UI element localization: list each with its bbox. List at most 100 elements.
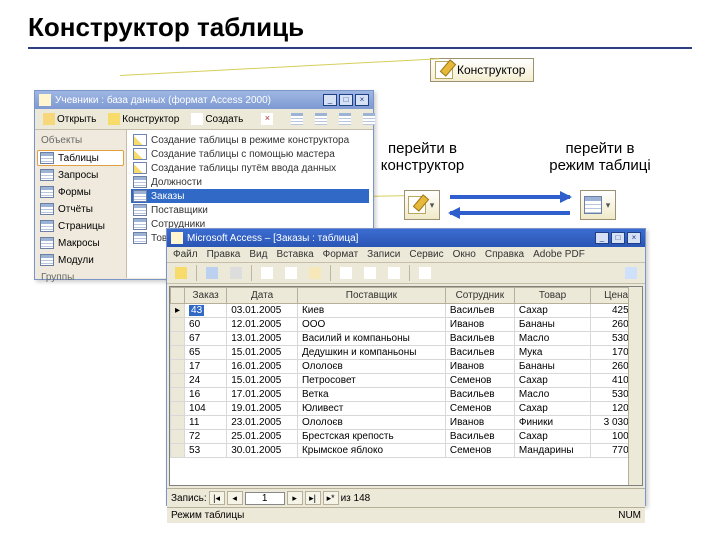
- cell[interactable]: 23.01.2005: [227, 416, 298, 430]
- table-row[interactable]: 7225.01.2005Брестская крепостьВасильевСа…: [171, 430, 642, 444]
- cell[interactable]: Васильев: [445, 332, 514, 346]
- row-selector[interactable]: [171, 444, 185, 458]
- cell[interactable]: 19.01.2005: [227, 402, 298, 416]
- menu-item[interactable]: Записи: [367, 249, 400, 260]
- data-table[interactable]: ЗаказДатаПоставщикСотрудникТоварЦена ▸43…: [170, 287, 642, 458]
- cell[interactable]: 11: [185, 416, 227, 430]
- menu-item[interactable]: Сервис: [409, 249, 443, 260]
- create-button[interactable]: Создать: [186, 111, 248, 127]
- cell[interactable]: Масло: [514, 332, 590, 346]
- cell[interactable]: 16.01.2005: [227, 360, 298, 374]
- cell[interactable]: Ветка: [297, 388, 445, 402]
- sidebar-item[interactable]: Отчёты: [37, 201, 124, 217]
- open-button[interactable]: Открыть: [38, 111, 101, 127]
- menu-item[interactable]: Формат: [323, 249, 359, 260]
- close-button[interactable]: ×: [627, 232, 641, 244]
- row-selector[interactable]: [171, 374, 185, 388]
- cell[interactable]: Киев: [297, 304, 445, 318]
- nav-first[interactable]: |◂: [209, 491, 225, 505]
- cell[interactable]: Семенов: [445, 402, 514, 416]
- sidebar-item[interactable]: Таблицы: [37, 150, 124, 166]
- find-button[interactable]: [414, 265, 436, 281]
- object-item[interactable]: Создание таблицы путём ввода данных: [131, 161, 369, 175]
- table-row[interactable]: ▸4303.01.2005КиевВасильевСахар425р.: [171, 304, 642, 318]
- cell[interactable]: Васильев: [445, 430, 514, 444]
- row-selector[interactable]: [171, 402, 185, 416]
- cell[interactable]: 17.01.2005: [227, 388, 298, 402]
- cell[interactable]: Мука: [514, 346, 590, 360]
- object-item[interactable]: Должности: [131, 175, 369, 189]
- sidebar-item[interactable]: Запросы: [37, 167, 124, 183]
- column-header[interactable]: Товар: [514, 288, 590, 304]
- menu-item[interactable]: Окно: [453, 249, 476, 260]
- cell[interactable]: 104: [185, 402, 227, 416]
- cell[interactable]: 65: [185, 346, 227, 360]
- menu-item[interactable]: Adobe PDF: [533, 249, 585, 260]
- copy-button[interactable]: [280, 265, 302, 281]
- datasheet-view-toggle[interactable]: ▾: [580, 190, 616, 220]
- cell[interactable]: 15.01.2005: [227, 346, 298, 360]
- cell[interactable]: Семенов: [445, 444, 514, 458]
- maximize-button[interactable]: □: [611, 232, 625, 244]
- table-row[interactable]: 1123.01.2005ОлолоєвИвановФиники3 030р.: [171, 416, 642, 430]
- column-header[interactable]: Поставщик: [297, 288, 445, 304]
- cell[interactable]: 13.01.2005: [227, 332, 298, 346]
- cell[interactable]: 43: [185, 304, 227, 318]
- table-row[interactable]: 6012.01.2005ОООИвановБананы260р.: [171, 318, 642, 332]
- cell[interactable]: Василий и компаньоны: [297, 332, 445, 346]
- view-details[interactable]: [358, 111, 380, 127]
- cell[interactable]: Васильев: [445, 304, 514, 318]
- row-selector[interactable]: [171, 332, 185, 346]
- table-row[interactable]: 2415.01.2005ПетросоветСеменовСахар410р.: [171, 374, 642, 388]
- minimize-button[interactable]: _: [323, 94, 337, 106]
- table-row[interactable]: 1716.01.2005ОлолоєвИвановБананы260р.: [171, 360, 642, 374]
- cell[interactable]: 16: [185, 388, 227, 402]
- cell[interactable]: Финики: [514, 416, 590, 430]
- filter-button[interactable]: [383, 265, 405, 281]
- cell[interactable]: 60: [185, 318, 227, 332]
- row-selector[interactable]: [171, 360, 185, 374]
- cell[interactable]: 17: [185, 360, 227, 374]
- cell[interactable]: Брестская крепость: [297, 430, 445, 444]
- row-selector-header[interactable]: [171, 288, 185, 304]
- row-selector[interactable]: ▸: [171, 304, 185, 318]
- sidebar-item[interactable]: Страницы: [37, 218, 124, 234]
- table-row[interactable]: 6713.01.2005Василий и компаньоныВасильев…: [171, 332, 642, 346]
- object-item[interactable]: Заказы: [131, 189, 369, 203]
- row-selector[interactable]: [171, 346, 185, 360]
- table-row[interactable]: 1617.01.2005ВеткаВасильевМасло530р.: [171, 388, 642, 402]
- sidebar-item[interactable]: Макросы: [37, 235, 124, 251]
- cell[interactable]: Сахар: [514, 430, 590, 444]
- cell[interactable]: ООО: [297, 318, 445, 332]
- print-button[interactable]: [225, 265, 247, 281]
- minimize-button[interactable]: _: [595, 232, 609, 244]
- sort-asc-button[interactable]: [335, 265, 357, 281]
- designer-mode-button[interactable]: Конструктор: [430, 58, 534, 82]
- column-header[interactable]: Сотрудник: [445, 288, 514, 304]
- menu-item[interactable]: Справка: [485, 249, 524, 260]
- view-list[interactable]: [334, 111, 356, 127]
- table-row[interactable]: 10419.01.2005ЮливестСеменовСахар120р.: [171, 402, 642, 416]
- menu-item[interactable]: Вид: [249, 249, 267, 260]
- cell[interactable]: Бананы: [514, 360, 590, 374]
- nav-current[interactable]: [245, 492, 285, 505]
- table-row[interactable]: 6515.01.2005Дедушкин и компаньоныВасилье…: [171, 346, 642, 360]
- cell[interactable]: 24: [185, 374, 227, 388]
- menu-item[interactable]: Файл: [173, 249, 198, 260]
- view-button[interactable]: [170, 265, 192, 281]
- nav-next[interactable]: ▸: [287, 491, 303, 505]
- view-large-icons[interactable]: [286, 111, 308, 127]
- cell[interactable]: Мандарины: [514, 444, 590, 458]
- cell[interactable]: Юливест: [297, 402, 445, 416]
- designer-view-toggle[interactable]: ▾: [404, 190, 440, 220]
- paste-button[interactable]: [304, 265, 326, 281]
- row-selector[interactable]: [171, 416, 185, 430]
- menu-item[interactable]: Правка: [207, 249, 241, 260]
- cell[interactable]: Иванов: [445, 360, 514, 374]
- cell[interactable]: Иванов: [445, 416, 514, 430]
- cell[interactable]: Васильев: [445, 346, 514, 360]
- cut-button[interactable]: [256, 265, 278, 281]
- menu-item[interactable]: Вставка: [276, 249, 313, 260]
- column-header[interactable]: Заказ: [185, 288, 227, 304]
- row-selector[interactable]: [171, 430, 185, 444]
